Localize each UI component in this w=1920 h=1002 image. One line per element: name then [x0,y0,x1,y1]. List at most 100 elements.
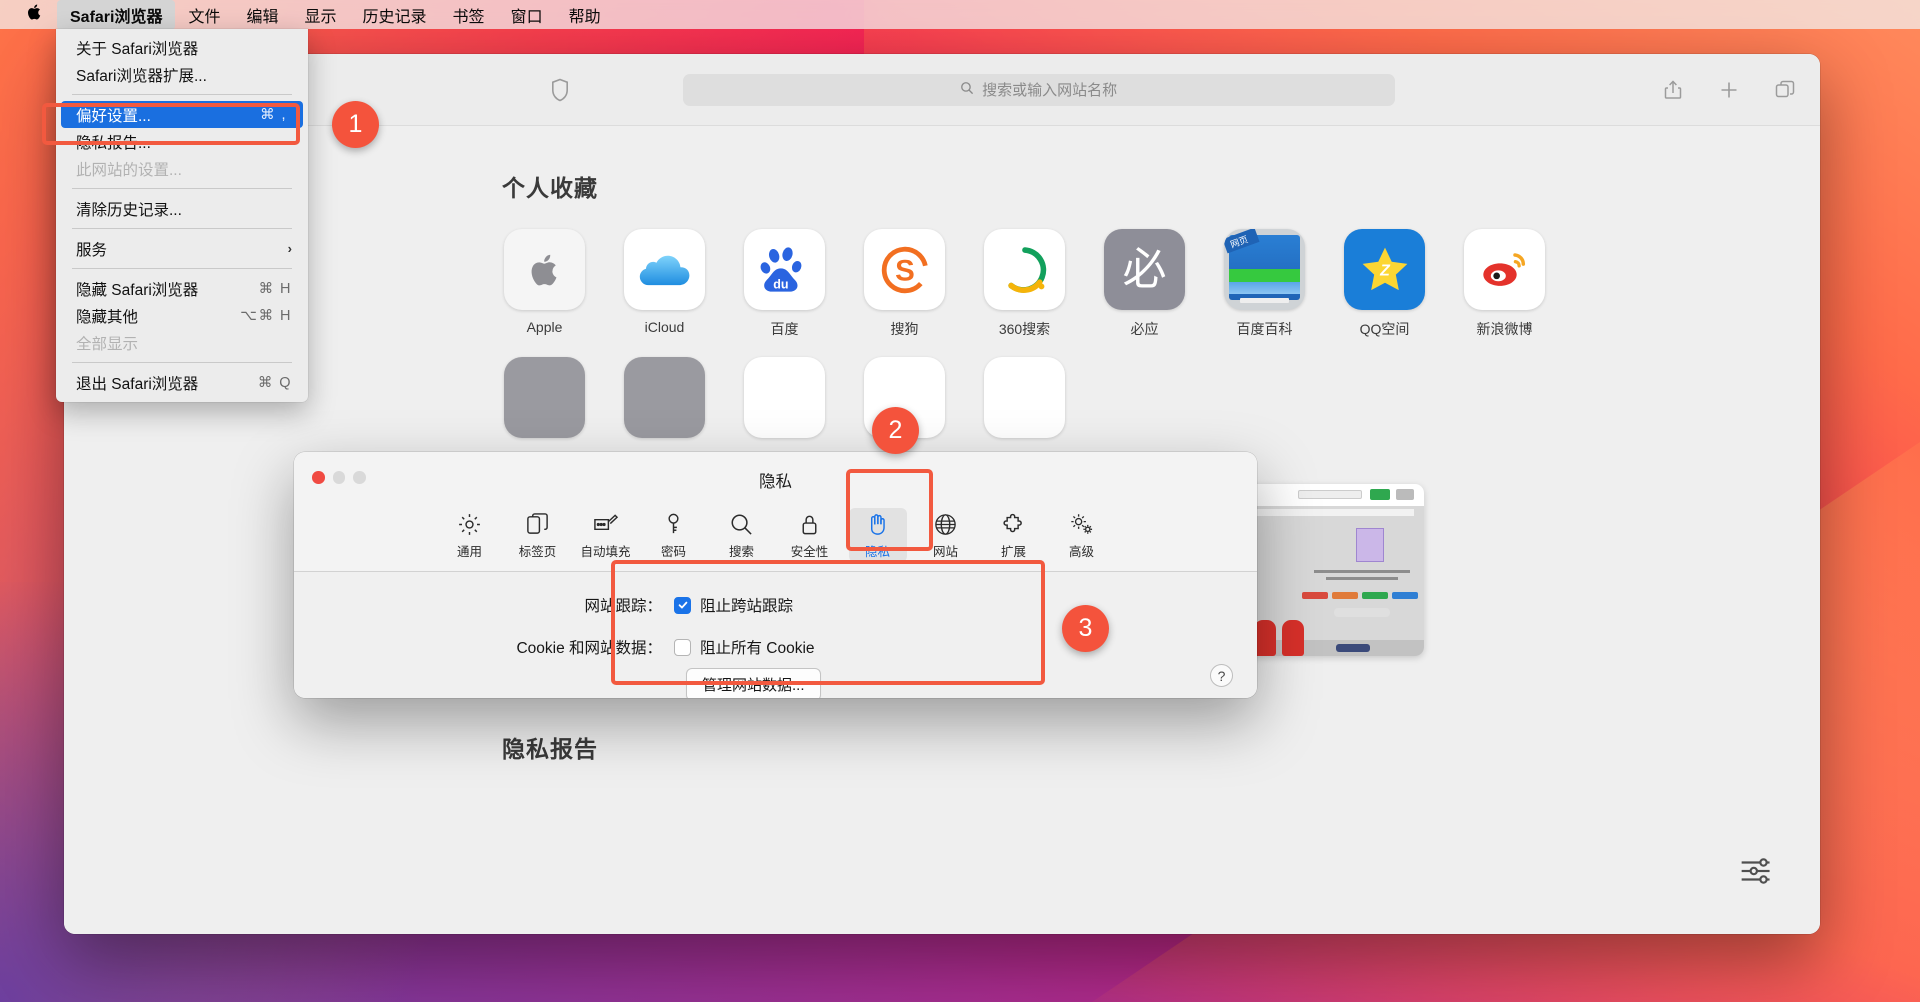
menu-safari[interactable]: Safari浏览器 [57,0,176,30]
favorite-label: Apple [526,319,563,335]
favorite-label: QQ空间 [1359,321,1410,337]
menu-file[interactable]: 文件 [175,0,233,30]
favorite-placeholder[interactable] [984,357,1065,438]
menu-item-show-all: 全部显示 [56,329,308,356]
favorite-baidu-baike[interactable]: 网页 百度百科 [1224,229,1305,339]
preferences-dialog: 隐私 通用 标签页 自动填充 密码 搜索 安全性 隐私 网站 扩展 高级 网站跟… [294,452,1257,698]
tab-label: 高级 [1068,545,1094,559]
menu-item-hide-others[interactable]: 隐藏其他 ⌥⌘ H [56,302,308,329]
favorite-placeholder[interactable] [504,357,585,438]
favorite-baidu[interactable]: du 百度 [744,229,825,339]
favorite-label: 新浪微博 [1476,321,1533,337]
tab-general[interactable]: 通用 [441,508,499,562]
weibo-icon [1464,229,1545,310]
preferences-tab-bar: 通用 标签页 自动填充 密码 搜索 安全性 隐私 网站 扩展 高级 [294,508,1257,572]
menu-item-label: 隐藏其他 [76,308,139,326]
baidu-baike-icon: 网页 [1224,229,1305,310]
menu-edit[interactable]: 编辑 [234,0,292,30]
preferences-titlebar: 隐私 [294,452,1257,508]
manage-website-data-button[interactable]: 管理网站数据... [686,668,821,698]
favorite-bing[interactable]: 必 必应 [1104,229,1185,339]
magnifier-icon [713,511,771,537]
tab-overview-icon[interactable] [1774,79,1796,101]
menu-item-hide-safari[interactable]: 隐藏 Safari浏览器 ⌘ H [56,275,308,302]
annotation-badge-2: 2 [872,407,919,454]
menu-item-services[interactable]: 服务 › [56,235,308,262]
menu-item-privacy-report[interactable]: 隐私报告... [56,128,308,155]
favorites-row-second [504,357,1820,438]
menu-item-label: 全部显示 [76,335,139,353]
menu-item-clear-history[interactable]: 清除历史记录... [56,195,308,222]
menu-item-label: 关于 Safari浏览器 [76,40,199,58]
close-button[interactable] [312,471,325,484]
favorite-label: 百度 [770,321,799,337]
lock-icon [781,511,839,537]
menu-item-label: 清除历史记录... [76,201,182,219]
menu-separator [72,228,292,229]
minimize-button[interactable] [332,471,345,484]
share-icon[interactable] [1662,79,1684,101]
globe-icon [917,511,975,537]
menu-item-settings-for-this-website: 此网站的设置... [56,155,308,182]
tab-security[interactable]: 安全性 [781,508,839,562]
tab-advanced[interactable]: 高级 [1053,508,1111,562]
tab-autofill[interactable]: 自动填充 [577,508,635,562]
favorite-placeholder[interactable] [744,357,825,438]
favorite-360-search[interactable]: 360搜索 [984,229,1065,339]
menu-window[interactable]: 窗口 [498,0,556,30]
address-bar[interactable]: 搜索或输入网站名称 [682,73,1395,106]
menu-item-quit-safari[interactable]: 退出 Safari浏览器 ⌘ Q [56,369,308,396]
favorite-qzone[interactable]: Z QQ空间 [1344,229,1425,339]
menu-item-preferences[interactable]: 偏好设置... ⌘ , [61,101,303,128]
svg-text:Z: Z [1379,262,1391,279]
checkbox-label: 阻止所有 Cookie [700,640,815,657]
tab-extensions[interactable]: 扩展 [985,508,1043,562]
favorite-label: iCloud [644,319,685,335]
favorites-title: 个人收藏 [502,175,598,201]
tab-websites[interactable]: 网站 [917,508,975,562]
favorite-weibo[interactable]: 新浪微博 [1464,229,1545,339]
menu-item-safari-extensions[interactable]: Safari浏览器扩展... [56,61,308,88]
favorite-sogou[interactable]: S 搜狗 [864,229,945,339]
menu-item-shortcut: ⌘ , [259,106,287,123]
menu-item-label: 隐藏 Safari浏览器 [76,281,199,299]
favorite-apple[interactable]: Apple [504,229,585,339]
menu-separator [72,268,292,269]
menu-item-shortcut: ⌘ Q [257,374,292,391]
360-search-icon [984,229,1065,310]
favorite-icloud[interactable]: iCloud [624,229,705,339]
menu-item-about-safari[interactable]: 关于 Safari浏览器 [56,34,308,61]
favorite-label: 搜狗 [890,321,919,337]
checkbox-checked[interactable] [674,596,691,614]
block-all-cookies-control[interactable]: 阻止所有 Cookie [674,636,815,658]
tab-label: 密码 [660,545,686,559]
apple-logo-icon[interactable] [0,3,57,24]
menu-bookmarks[interactable]: 书签 [440,0,498,30]
menu-view[interactable]: 显示 [292,0,350,30]
tabs-icon [509,511,567,537]
help-button[interactable]: ? [1210,664,1233,687]
toolbar-right-buttons [1622,79,1796,101]
tab-tabs[interactable]: 标签页 [509,508,567,562]
checkbox-unchecked[interactable] [674,638,691,656]
key-icon [645,511,703,537]
favorite-placeholder[interactable] [624,357,705,438]
menu-history[interactable]: 历史记录 [350,0,440,30]
zoom-button[interactable] [353,471,366,484]
tab-label: 通用 [456,545,482,559]
tab-privacy[interactable]: 隐私 [848,508,907,562]
plus-icon[interactable] [1718,79,1740,101]
sliders-icon[interactable] [1738,854,1772,888]
cookies-row: Cookie 和网站数据： 阻止所有 Cookie [294,636,1257,658]
block-cross-site-tracking-control[interactable]: 阻止跨站跟踪 [674,594,793,616]
privacy-report-title: 隐私报告 [502,736,598,762]
shield-icon[interactable] [551,78,569,102]
tab-passwords[interactable]: 密码 [645,508,703,562]
menu-separator [72,188,292,189]
tab-search[interactable]: 搜索 [713,508,771,562]
svg-text:du: du [773,277,788,291]
menu-item-label: Safari浏览器扩展... [76,67,207,85]
gears-icon [1053,511,1111,537]
menu-help[interactable]: 帮助 [556,0,614,30]
chevron-right-icon: › [287,241,292,256]
